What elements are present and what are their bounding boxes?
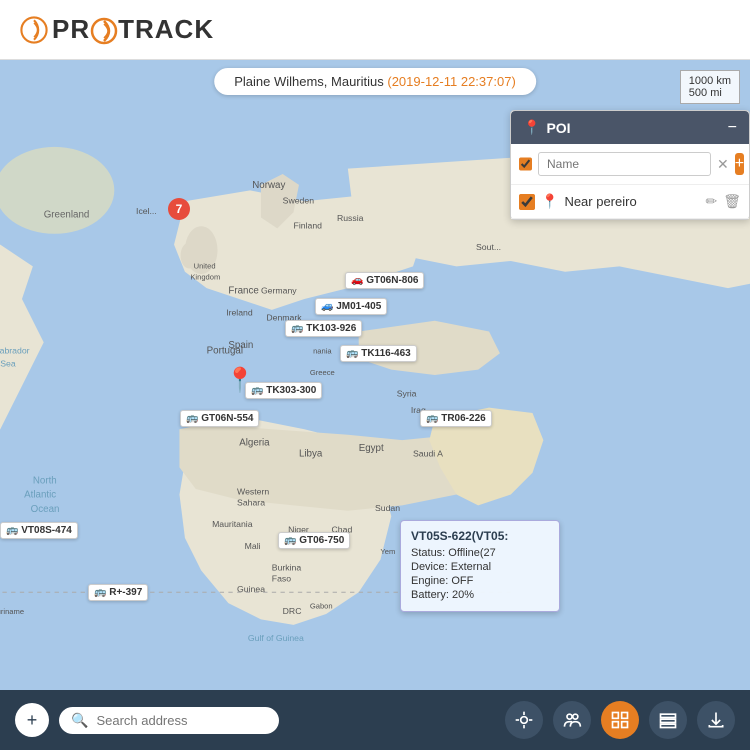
svg-text:Syria: Syria xyxy=(397,389,417,399)
svg-text:Suriname: Suriname xyxy=(0,607,24,616)
svg-text:Sout...: Sout... xyxy=(476,242,501,252)
svg-text:Western: Western xyxy=(237,486,269,496)
svg-text:Sea: Sea xyxy=(0,358,16,368)
poi-edit-button[interactable]: ✏ xyxy=(705,193,717,210)
poi-item-location-icon: 📍 xyxy=(541,193,558,210)
svg-text:Icel...: Icel... xyxy=(136,206,157,216)
svg-text:Germany: Germany xyxy=(261,286,297,296)
svg-text:Sahara: Sahara xyxy=(237,497,265,507)
vehicle-tag[interactable]: 🚌 R+-397 xyxy=(88,584,148,601)
location-bar: Plaine Wilhems, Mauritius (2019-12-11 22… xyxy=(214,68,536,95)
poi-search-row: ✕ + xyxy=(511,144,749,185)
svg-text:Saudi A: Saudi A xyxy=(413,448,443,458)
header: PR TRACK xyxy=(0,0,750,60)
svg-text:Atlantic: Atlantic xyxy=(24,490,56,501)
download-icon-button[interactable] xyxy=(697,701,735,739)
poi-all-checkbox[interactable] xyxy=(519,156,532,172)
red-location-pin: 📍 xyxy=(225,366,255,395)
location-datetime: (2019-12-11 22:37:07) xyxy=(387,74,515,89)
vehicle-tag[interactable]: 🚌 TK103-926 xyxy=(285,320,362,337)
svg-text:Labrador: Labrador xyxy=(0,345,30,355)
svg-text:North: North xyxy=(33,476,57,487)
svg-text:Ireland: Ireland xyxy=(226,307,253,317)
add-button[interactable]: + xyxy=(15,703,49,737)
cluster-badge[interactable]: 7 xyxy=(168,198,190,220)
search-wrapper: 🔍 xyxy=(59,707,279,734)
bottom-toolbar: + 🔍 xyxy=(0,690,750,750)
search-icon: 🔍 xyxy=(71,712,88,729)
svg-text:Libya: Libya xyxy=(299,448,323,459)
svg-text:Norway: Norway xyxy=(252,180,285,191)
location-icon-button[interactable] xyxy=(505,701,543,739)
svg-text:Mali: Mali xyxy=(245,541,261,551)
map-container[interactable]: Greenland Labrador Sea North Atlantic Oc… xyxy=(0,60,750,690)
svg-text:United: United xyxy=(194,262,216,271)
poi-panel-header: 📍 POI − xyxy=(511,111,749,144)
svg-text:Sweden: Sweden xyxy=(283,195,315,205)
svg-text:Algeria: Algeria xyxy=(239,438,270,449)
vehicle-tag[interactable]: 🚙 JM01-405 xyxy=(315,298,387,315)
svg-text:Greenland: Greenland xyxy=(44,210,90,221)
svg-text:France: France xyxy=(228,286,258,297)
poi-list-item: 📍 Near pereiro ✏ 🗑 xyxy=(511,185,749,219)
group-icon-button[interactable] xyxy=(553,701,591,739)
svg-text:Faso: Faso xyxy=(272,573,291,583)
poi-minimize-button[interactable]: − xyxy=(728,120,737,136)
svg-text:DRC: DRC xyxy=(283,606,302,616)
grid-icon xyxy=(610,710,630,730)
download-icon xyxy=(706,710,726,730)
vehicle-tag[interactable]: 🚗 GT06N-806 xyxy=(345,272,424,289)
svg-text:Yem: Yem xyxy=(380,547,395,556)
poi-item-label: Near pereiro xyxy=(564,194,699,209)
vehicle-tag[interactable]: 🚌 GT06N-554 xyxy=(180,410,259,427)
svg-text:Burkina: Burkina xyxy=(272,563,302,573)
poi-clear-button[interactable]: ✕ xyxy=(717,156,729,173)
logo: PR TRACK xyxy=(20,14,214,45)
vehicle-info-popup: VT05S-622(VT05: Status: Offline(27 Devic… xyxy=(400,520,560,612)
svg-text:Kingdom: Kingdom xyxy=(190,272,220,281)
poi-panel: 📍 POI − ✕ + 📍 Near pereiro ✏ 🗑 xyxy=(510,110,750,220)
vehicle-tag[interactable]: 🚌 VT08S-474 xyxy=(0,522,78,539)
poi-header-title: 📍 POI xyxy=(523,119,571,136)
location-icon xyxy=(514,710,534,730)
vehicle-tag[interactable]: 🚌 TK116-463 xyxy=(340,345,417,362)
poi-delete-button[interactable]: 🗑 xyxy=(723,193,741,210)
svg-text:Ocean: Ocean xyxy=(31,504,60,515)
grid-icon-button[interactable] xyxy=(601,701,639,739)
svg-text:Mauritania: Mauritania xyxy=(212,519,253,529)
protrack-logo-icon xyxy=(20,16,48,44)
search-input[interactable] xyxy=(96,713,267,728)
vehicle-tag[interactable]: 🚌 TR06-226 xyxy=(420,410,492,427)
poi-search-input[interactable] xyxy=(538,152,711,176)
vehicle-tag[interactable]: 🚌 TK303-300 xyxy=(245,382,322,399)
svg-text:Russia: Russia xyxy=(337,213,364,223)
svg-text:nania: nania xyxy=(313,346,332,355)
svg-text:Finland: Finland xyxy=(294,220,323,230)
layers-icon xyxy=(658,710,678,730)
svg-text:Spain: Spain xyxy=(228,340,253,351)
svg-text:Gulf of Guinea: Gulf of Guinea xyxy=(248,633,304,643)
svg-text:Gabon: Gabon xyxy=(310,602,333,611)
scale-indicator: 1000 km 500 mi xyxy=(680,70,740,104)
layers-icon-button[interactable] xyxy=(649,701,687,739)
poi-add-button[interactable]: + xyxy=(735,153,744,175)
group-icon xyxy=(562,710,582,730)
svg-text:Sudan: Sudan xyxy=(375,503,400,513)
poi-item-checkbox[interactable] xyxy=(519,194,535,210)
svg-text:Greece: Greece xyxy=(310,368,335,377)
poi-location-icon: 📍 xyxy=(523,119,540,136)
svg-text:Egypt: Egypt xyxy=(359,443,384,454)
vehicle-tag[interactable]: 🚌 GT06-750 xyxy=(278,532,350,549)
logo-text: PR TRACK xyxy=(52,14,214,45)
location-text: Plaine Wilhems, Mauritius xyxy=(234,74,384,89)
